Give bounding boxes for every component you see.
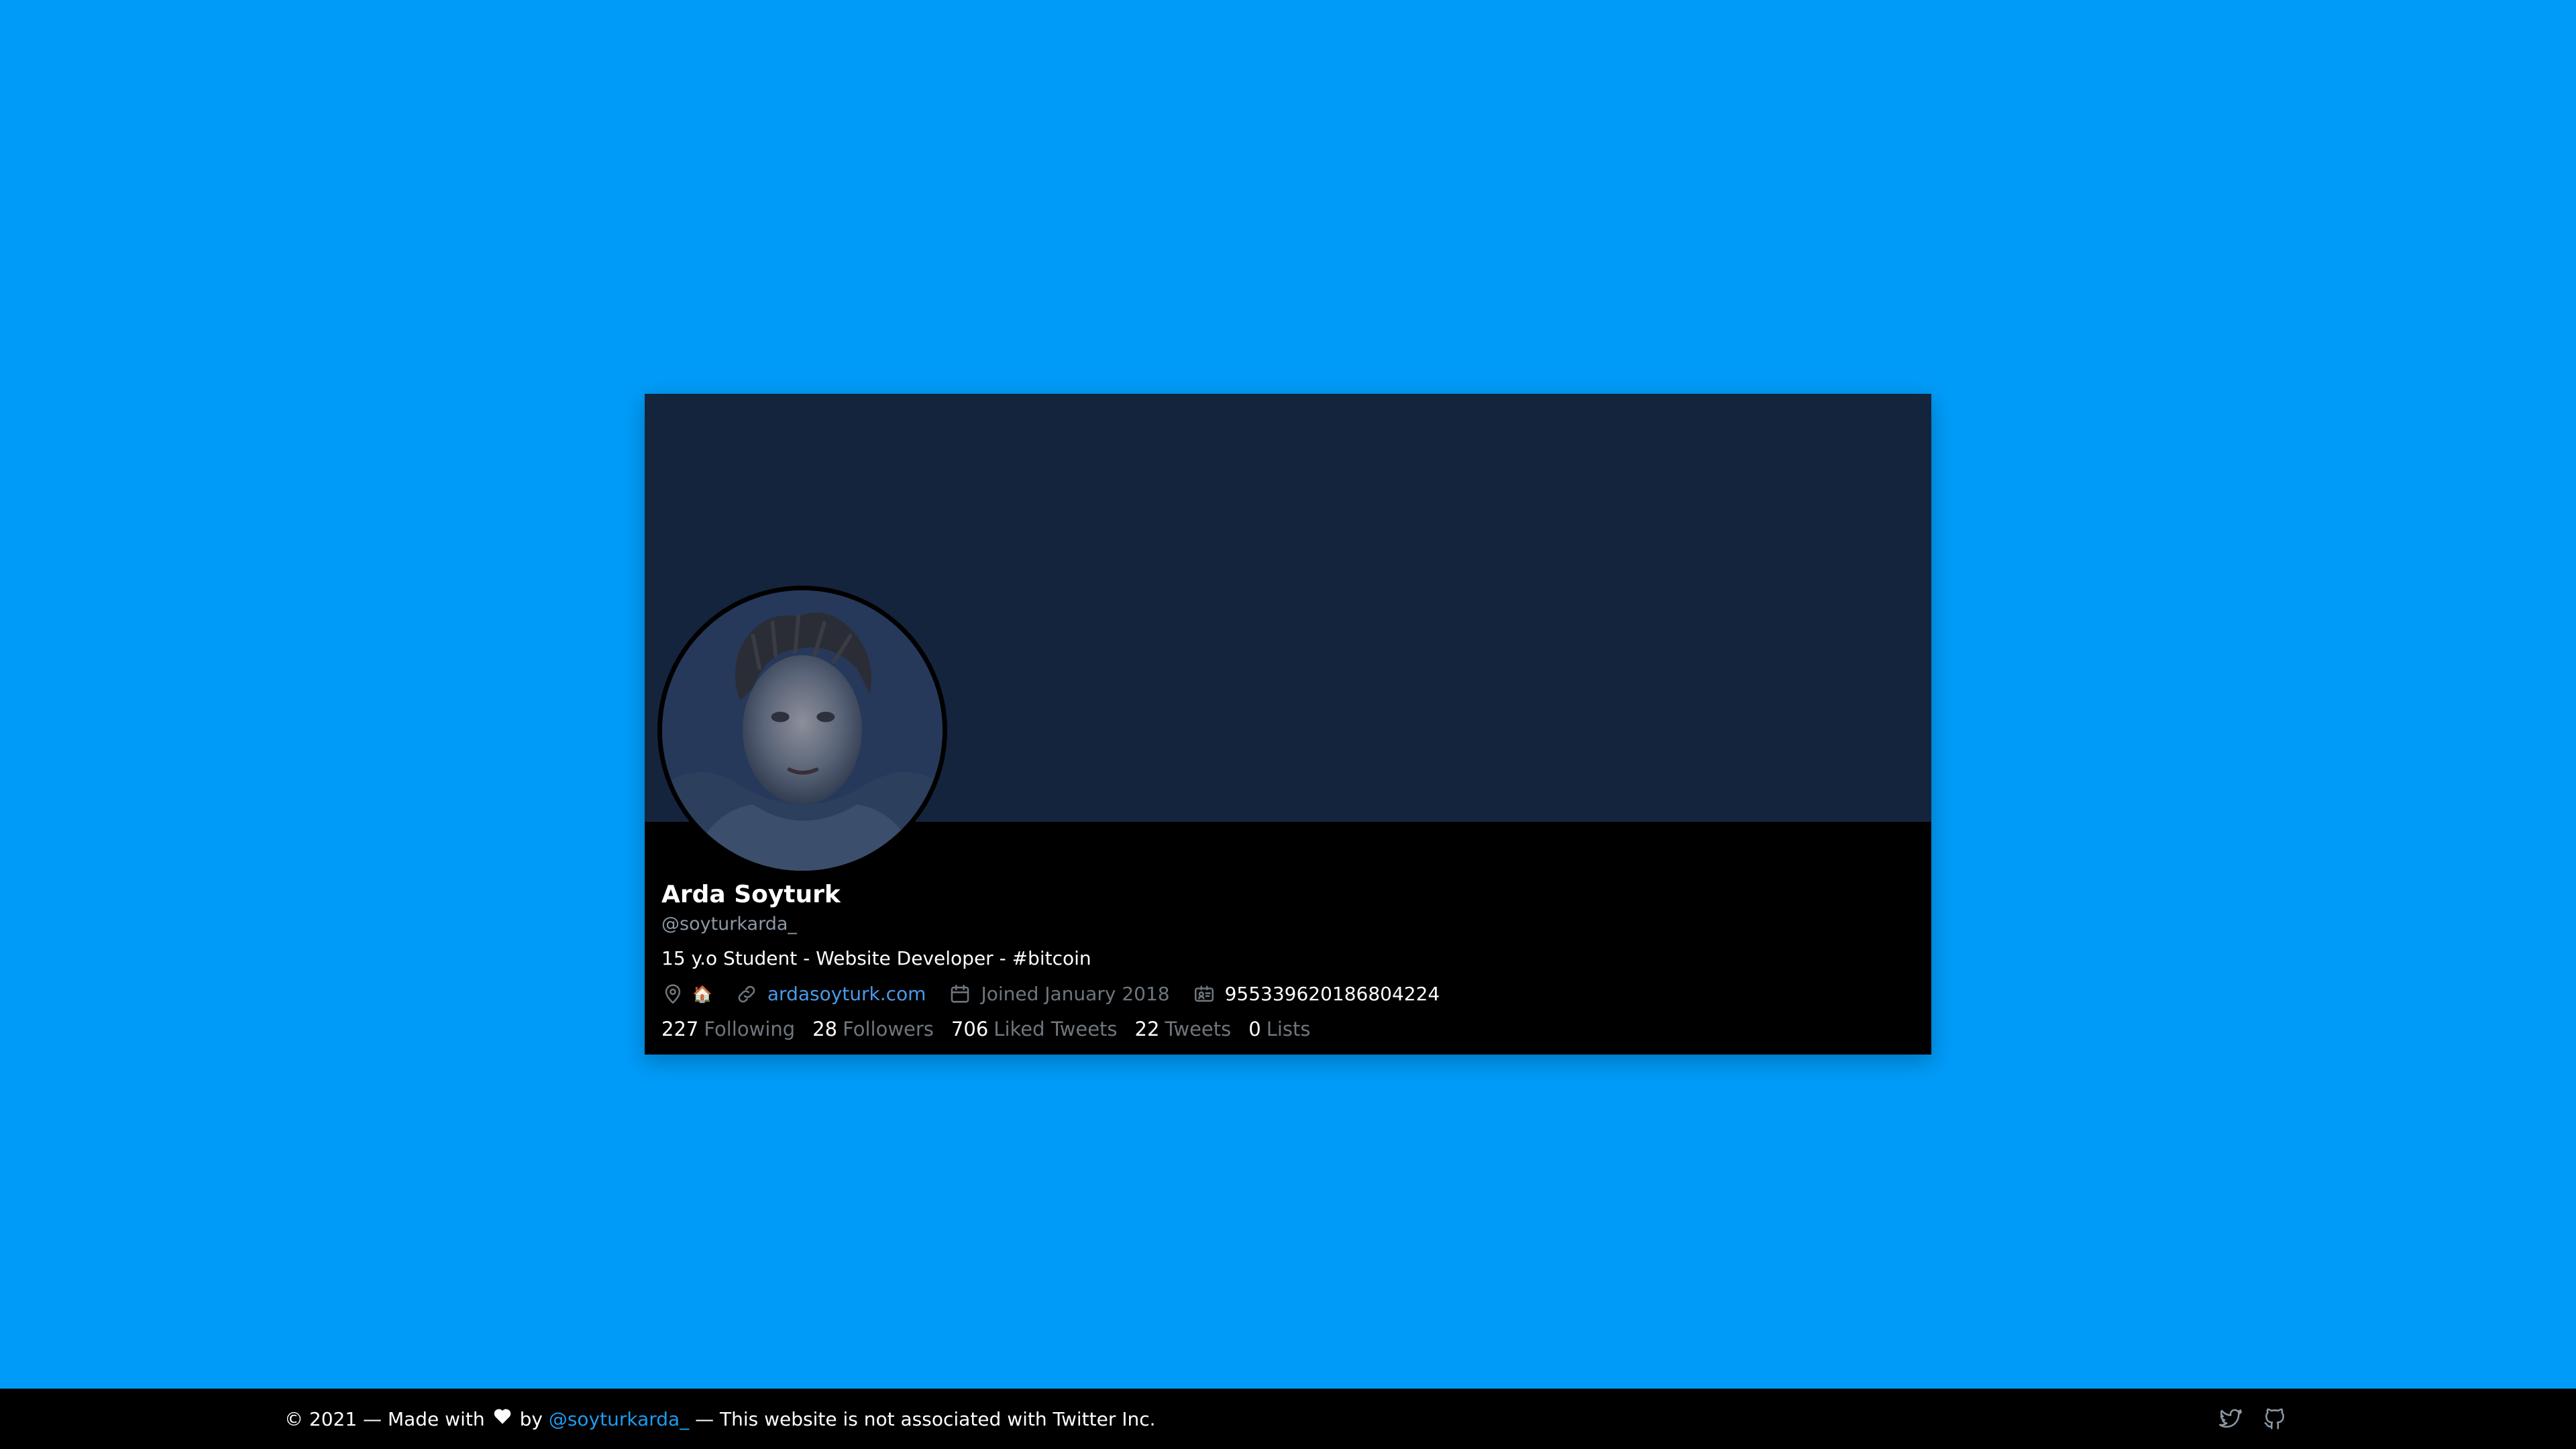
github-icon[interactable] xyxy=(2262,1406,2288,1432)
profile-avatar[interactable] xyxy=(657,586,947,875)
meta-user-id: 955339620186804224 xyxy=(1193,981,1440,1008)
profile-stats: 227 Following 28 Followers 706 Liked Tweets… xyxy=(661,1016,1909,1042)
location-emoji: 🏠 xyxy=(692,985,712,1004)
stat-followers[interactable]: 28 Followers xyxy=(812,1016,934,1042)
profile-handle: @soyturkarda_ xyxy=(661,914,797,934)
user-id: 955339620186804224 xyxy=(1224,983,1440,1005)
stat-label: Tweets xyxy=(1165,1018,1232,1040)
stat-lists[interactable]: 0 Lists xyxy=(1248,1016,1310,1042)
footer-by: by xyxy=(519,1408,543,1430)
footer-suffix: — This website is not associated with Tw… xyxy=(695,1408,1156,1430)
stat-label: Following xyxy=(704,1018,796,1040)
meta-joined: Joined January 2018 xyxy=(949,981,1170,1008)
profile-bio: 15 y.o Student - Website Developer - #bi… xyxy=(661,947,1091,969)
footer-credit: © 2021 — Made with by @soyturkarda_ — Thi… xyxy=(284,1389,1156,1449)
profile-name: Arda Soyturk xyxy=(661,881,841,908)
twitter-icon[interactable] xyxy=(2218,1406,2243,1432)
website-link[interactable]: ardasoyturk.com xyxy=(767,981,926,1008)
heart-icon xyxy=(493,1389,512,1449)
stat-following[interactable]: 227 Following xyxy=(661,1016,795,1042)
meta-website[interactable]: ardasoyturk.com xyxy=(735,981,926,1008)
footer: © 2021 — Made with by @soyturkarda_ — Thi… xyxy=(0,1389,2576,1449)
calendar-icon xyxy=(951,984,969,1003)
footer-social-icons xyxy=(2218,1389,2306,1449)
stat-label: Lists xyxy=(1266,1018,1311,1040)
stat-label: Liked Tweets xyxy=(994,1018,1118,1040)
stat-label: Followers xyxy=(843,1018,934,1040)
profile-meta: 🏠 ardasoyturk.com Joined January 2018 95… xyxy=(661,981,1909,1008)
profile-info: Arda Soyturk @soyturkarda_ 15 y.o Studen… xyxy=(661,880,1909,1042)
link-icon xyxy=(738,985,755,1003)
stat-tweets[interactable]: 22 Tweets xyxy=(1135,1016,1232,1042)
joined-date: Joined January 2018 xyxy=(981,983,1170,1005)
stat-value: 706 xyxy=(951,1018,989,1040)
meta-location: 🏠 xyxy=(661,981,712,1008)
stat-value: 0 xyxy=(1248,1018,1261,1040)
footer-prefix: © 2021 — Made with xyxy=(284,1408,485,1430)
avatar-image xyxy=(662,590,943,871)
stat-value: 227 xyxy=(661,1018,699,1040)
stat-value: 28 xyxy=(812,1018,838,1040)
stat-value: 22 xyxy=(1134,1018,1160,1040)
location-pin-icon xyxy=(665,984,681,1004)
profile-card: Arda Soyturk @soyturkarda_ 15 y.o Studen… xyxy=(645,394,1931,1055)
id-card-icon xyxy=(1194,985,1214,1002)
footer-author-link[interactable]: @soyturkarda_ xyxy=(549,1408,689,1430)
stat-liked-tweets[interactable]: 706 Liked Tweets xyxy=(951,1016,1118,1042)
